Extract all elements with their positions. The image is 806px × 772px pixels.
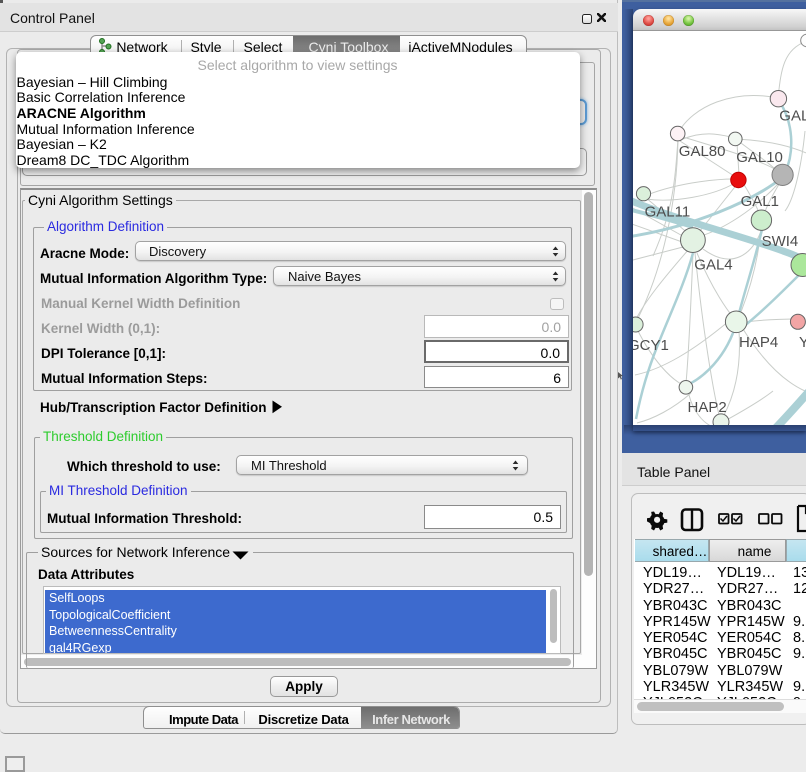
svg-text:GAL80: GAL80 xyxy=(679,143,726,160)
svg-text:GAL11: GAL11 xyxy=(645,204,691,221)
svg-text:GAL1: GAL1 xyxy=(741,193,779,210)
svg-text:GCY1: GCY1 xyxy=(633,337,669,354)
svg-text:GAL4: GAL4 xyxy=(694,257,732,274)
svg-text:GAL2: GAL2 xyxy=(779,108,806,125)
svg-text:HAP2: HAP2 xyxy=(688,399,727,416)
svg-text:YJ: YJ xyxy=(799,334,806,351)
svg-text:HAP4: HAP4 xyxy=(739,334,778,351)
svg-text:GAL10: GAL10 xyxy=(736,149,783,166)
svg-text:SWI4: SWI4 xyxy=(762,233,799,250)
